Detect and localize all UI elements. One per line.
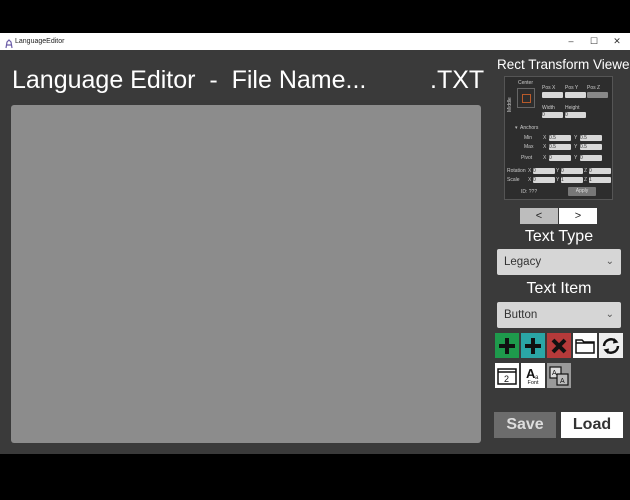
min-x-field[interactable]: 0.5 (549, 135, 571, 141)
anchors-label: Anchors (520, 125, 539, 131)
translate-icon: A A (549, 365, 569, 386)
middle-label: Middle (507, 97, 513, 112)
max-x-label: X (543, 144, 547, 150)
add-item-button[interactable] (495, 333, 519, 358)
load-button[interactable]: Load (561, 412, 623, 438)
add-sub-item-button[interactable] (521, 333, 545, 358)
max-x-field[interactable]: 0.5 (549, 144, 571, 150)
window-title: LanguageEditor (15, 38, 65, 45)
pivot-x-field[interactable]: 0 (549, 155, 571, 161)
refresh-icon (602, 337, 620, 354)
pos-z-label: Pos Z (587, 85, 601, 91)
min-y-field[interactable]: 0.5 (580, 135, 602, 141)
rotation-label: Rotation (507, 168, 526, 174)
max-label: Max (524, 144, 534, 150)
font-label: Font (527, 379, 539, 386)
width-label: Width (542, 105, 555, 111)
file-extension-label: .TXT (430, 66, 485, 94)
minimize-button[interactable]: – (560, 34, 582, 49)
calendar-count-icon: 2 (497, 367, 517, 385)
maximize-button[interactable]: ☐ (583, 34, 605, 49)
apply-button[interactable]: Apply (568, 187, 596, 196)
rect-transform-title: Rect Transform Viewer (497, 57, 630, 72)
app-canvas: Language Editor - File Name... .TXT Rect… (0, 50, 630, 454)
prev-button[interactable]: < (520, 208, 558, 224)
rotation-z-label: Z (584, 168, 588, 174)
anchor-preset-icon (522, 94, 531, 103)
svg-text:A: A (552, 370, 557, 377)
svg-text:A: A (560, 378, 565, 385)
min-x-label: X (543, 135, 547, 141)
scale-z-label: Z (584, 177, 588, 183)
text-editor-area[interactable] (11, 105, 481, 443)
text-item-label: Text Item (526, 280, 592, 297)
scale-x-field[interactable]: 0 (533, 177, 555, 183)
rect-transform-panel: Center Middle Pos X Pos Y Pos Z Width He… (504, 76, 613, 200)
min-y-label: Y (574, 135, 578, 141)
scale-z-field[interactable]: 1 (589, 177, 611, 183)
font-icon: Aa (526, 366, 539, 380)
scale-y-field[interactable]: 1 (561, 177, 583, 183)
text-type-value: Legacy (504, 256, 542, 268)
count-button[interactable]: 2 (495, 363, 519, 388)
refresh-button[interactable] (599, 333, 623, 358)
rotation-x-field[interactable]: 0 (533, 168, 555, 174)
delete-button[interactable] (547, 333, 571, 358)
max-y-field[interactable]: 0.5 (580, 144, 602, 150)
pos-z-field[interactable] (587, 92, 608, 98)
folder-icon (575, 338, 595, 354)
chevron-down-icon: ⌄ (605, 309, 614, 320)
text-item-value: Button (504, 309, 538, 321)
scale-y-label: Y (556, 177, 560, 183)
app-icon (4, 36, 14, 49)
translate-button[interactable]: A A (547, 363, 571, 388)
next-button[interactable]: > (559, 208, 597, 224)
pivot-x-label: X (543, 155, 547, 161)
plus-icon (499, 337, 515, 354)
font-button[interactable]: Aa Font (521, 363, 545, 388)
anchor-preset-button[interactable] (517, 88, 535, 108)
pivot-label: Pivot (521, 155, 533, 161)
open-folder-button[interactable] (573, 333, 597, 358)
count-badge: 2 (504, 374, 509, 384)
text-item-dropdown[interactable]: Button ⌄ (497, 302, 621, 328)
rotation-z-field[interactable]: 0 (589, 168, 611, 174)
pos-y-field[interactable] (565, 92, 586, 98)
chevron-down-icon: ⌄ (605, 256, 614, 267)
close-icon (551, 338, 567, 353)
min-label: Min (524, 135, 533, 141)
pos-x-field[interactable] (542, 92, 563, 98)
height-field[interactable]: 0 (565, 112, 586, 118)
pivot-y-label: Y (574, 155, 578, 161)
plus-icon (525, 337, 541, 354)
rotation-x-label: X (528, 168, 532, 174)
rotation-y-field[interactable]: 0 (561, 168, 583, 174)
rotation-y-label: Y (556, 168, 560, 174)
pivot-y-field[interactable]: 0 (580, 155, 602, 161)
id-label: ID: ??? (521, 189, 538, 195)
anchors-toggle-icon[interactable]: ▾ (515, 125, 518, 131)
window-titlebar: LanguageEditor – ☐ ✕ (0, 33, 630, 50)
scale-x-label: X (528, 177, 532, 183)
scale-label: Scale (507, 177, 520, 183)
save-button[interactable]: Save (494, 412, 556, 438)
close-button[interactable]: ✕ (606, 34, 628, 49)
max-y-label: Y (574, 144, 578, 150)
text-type-label: Text Type (524, 228, 594, 245)
text-type-dropdown[interactable]: Legacy ⌄ (497, 249, 621, 275)
height-label: Height (565, 105, 580, 111)
width-field[interactable]: 0 (542, 112, 563, 118)
pos-x-label: Pos X (542, 85, 556, 91)
pos-y-label: Pos Y (565, 85, 579, 91)
center-label: Center (518, 80, 534, 86)
editor-title: Language Editor - File Name... (12, 66, 367, 94)
